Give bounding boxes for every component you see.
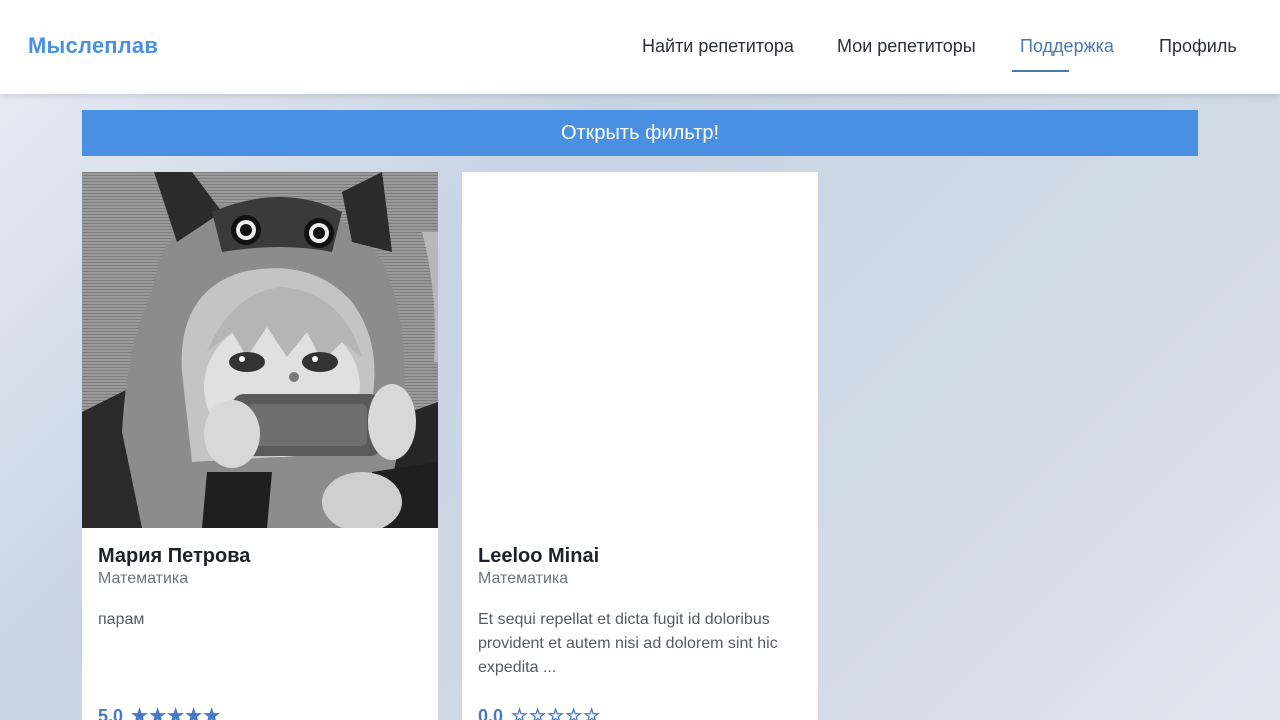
tutor-name[interactable]: Leeloo Minai — [478, 545, 599, 568]
rating-value: 5.0 — [98, 706, 124, 720]
tutor-card[interactable]: Мария Петрова Математика парам 5.0 ★★★★★ — [82, 172, 438, 720]
nav-profile[interactable]: Профиль — [1159, 36, 1237, 57]
tutor-rating: 0.0 ☆☆☆☆☆ — [478, 705, 601, 720]
star-rating-icon: ★★★★★ — [131, 706, 222, 720]
star-rating-icon: ☆☆☆☆☆ — [511, 706, 602, 720]
top-navbar: Мыслеплав Найти репетитора Мои репетитор… — [0, 0, 1280, 94]
nav-find-tutor[interactable]: Найти репетитора — [642, 36, 794, 57]
tutor-description: парам — [98, 611, 145, 628]
tutor-name[interactable]: Мария Петрова — [98, 545, 250, 568]
tutor-rating: 5.0 ★★★★★ — [98, 705, 221, 720]
tutor-photo — [82, 172, 438, 528]
open-filter-button[interactable]: Открыть фильтр! — [82, 110, 1198, 156]
tutor-subject: Математика — [98, 570, 189, 587]
tutor-subject: Математика — [478, 570, 569, 587]
active-nav-indicator — [1012, 70, 1069, 72]
main-nav: Найти репетитора Мои репетиторы Поддержк… — [0, 36, 1280, 76]
nav-support[interactable]: Поддержка — [1020, 36, 1114, 57]
tutor-description: Et sequi repellat et dicta fugit id dolo… — [478, 611, 778, 676]
nav-my-tutors[interactable]: Мои репетиторы — [837, 36, 976, 57]
tutor-photo-placeholder — [462, 172, 818, 528]
rating-value: 0.0 — [478, 706, 504, 720]
tutor-card[interactable]: Leeloo Minai Математика Et sequi repella… — [462, 172, 818, 720]
